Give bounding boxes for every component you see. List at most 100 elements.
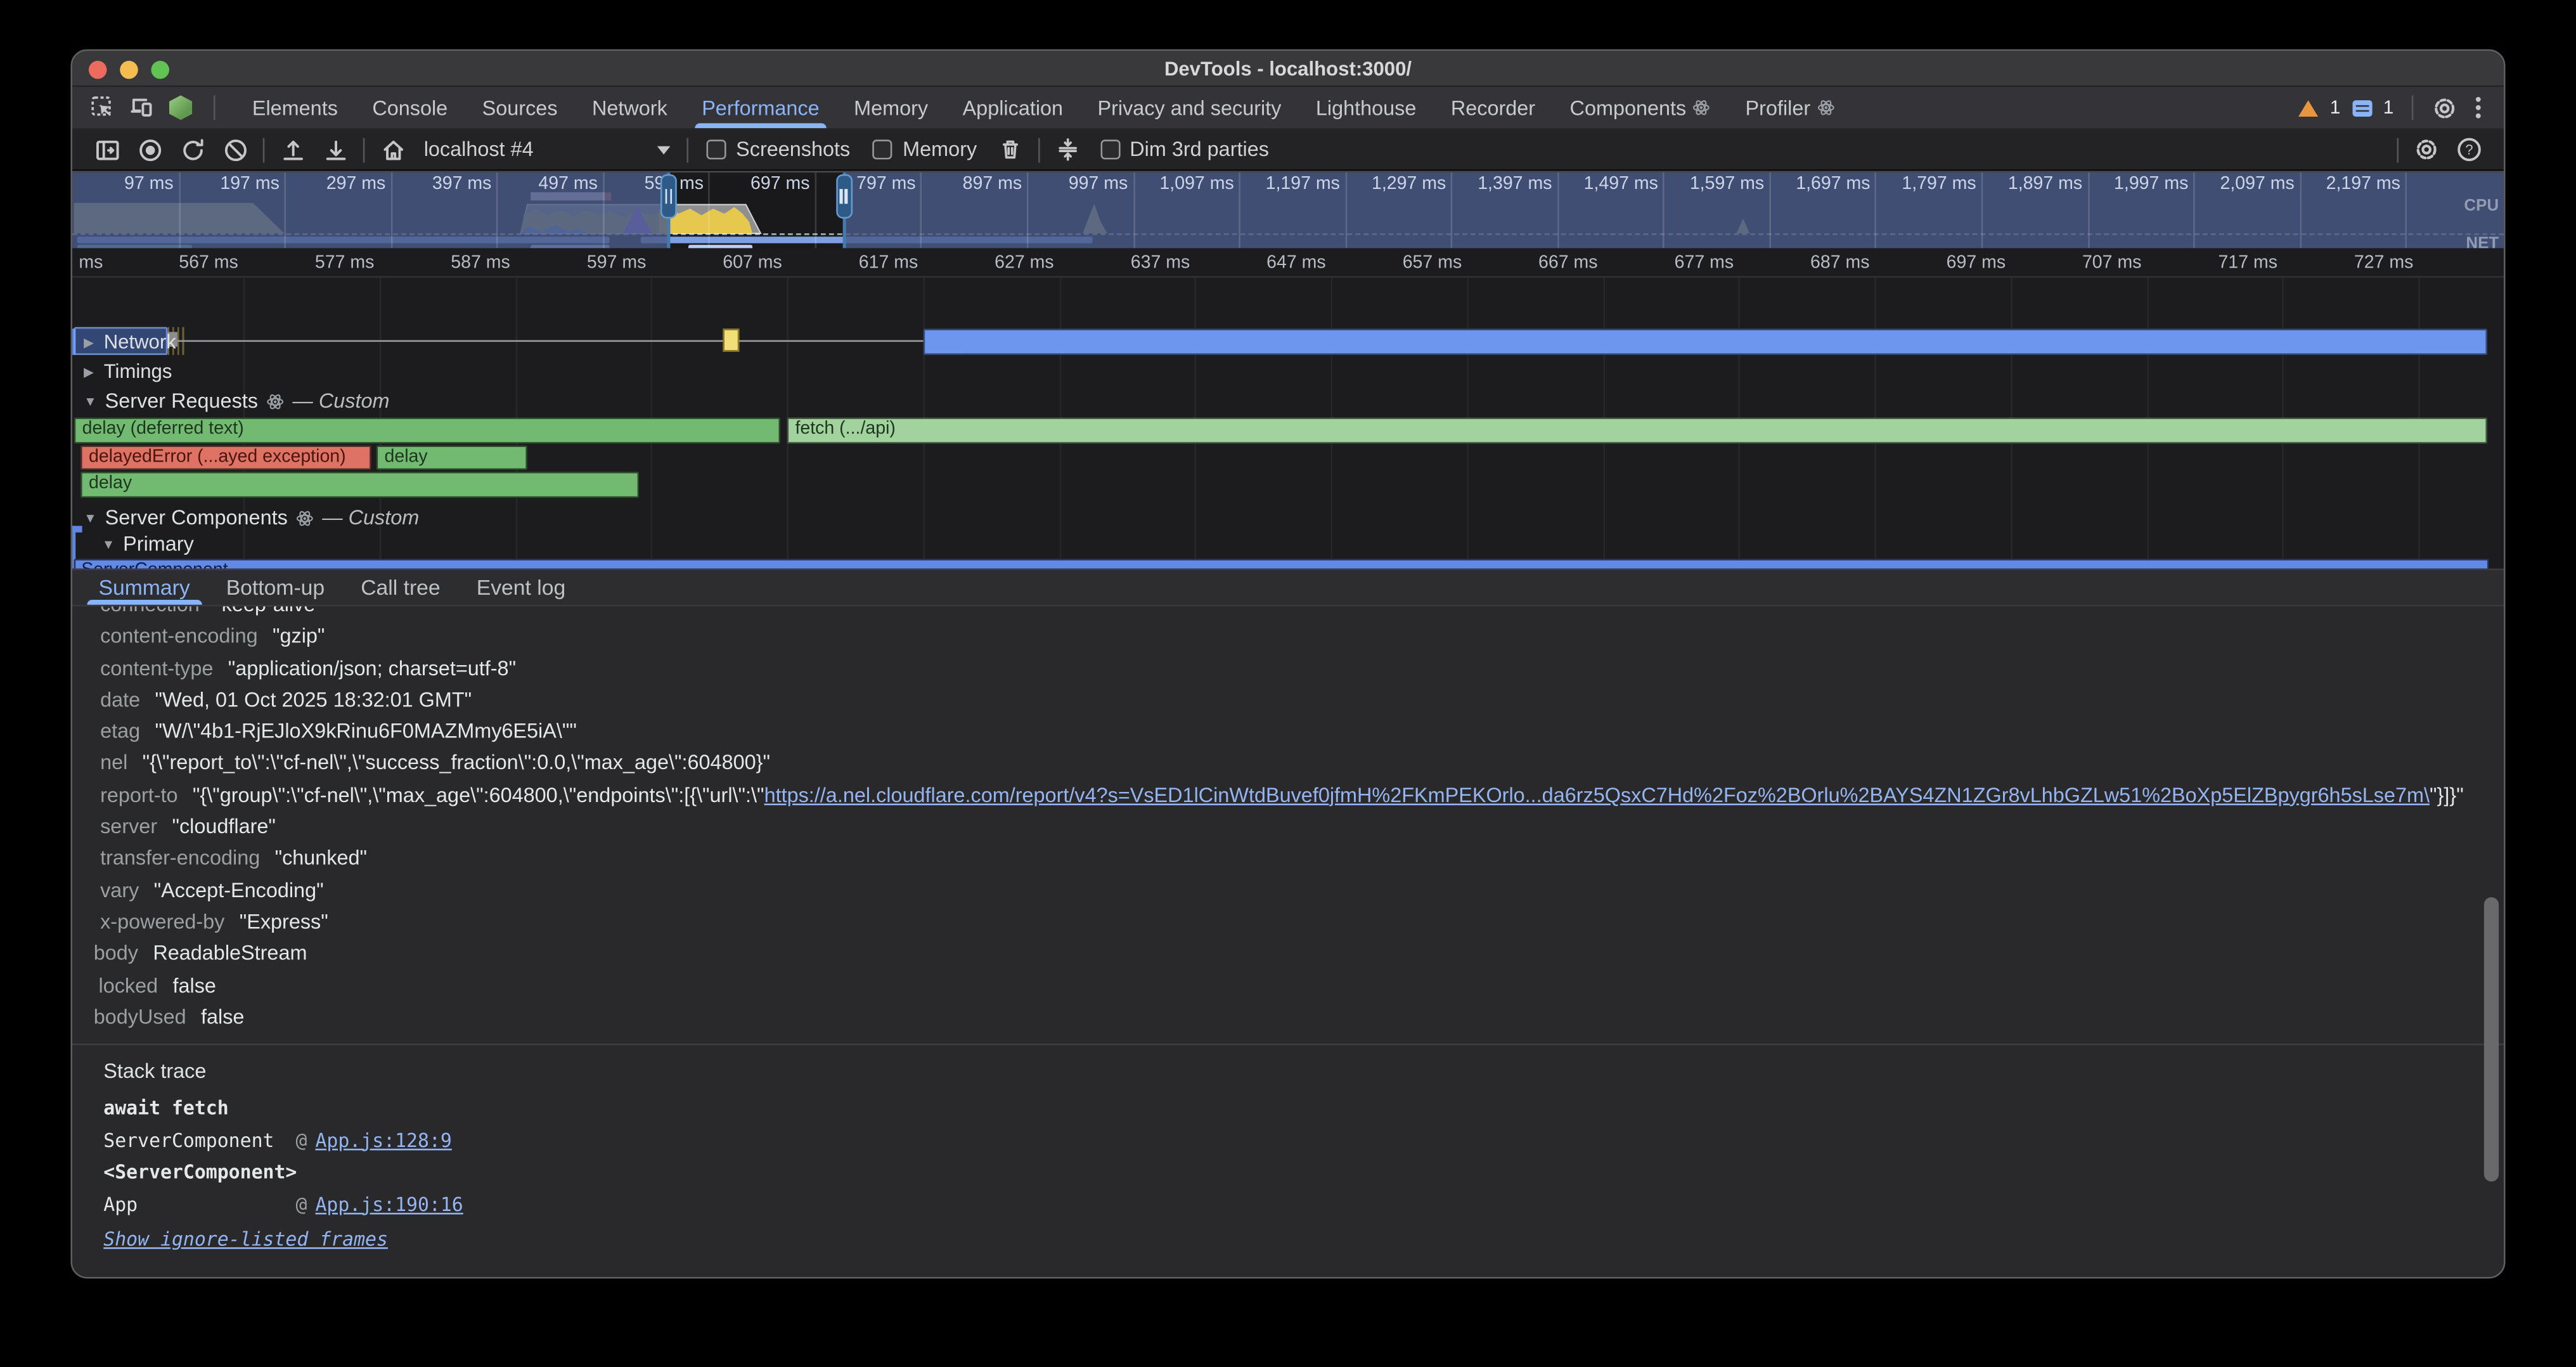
- panel-tab[interactable]: Performance: [685, 87, 837, 128]
- property-key: nel: [100, 752, 127, 775]
- panel-tab[interactable]: Privacy and security: [1080, 87, 1298, 128]
- tab-label: Recorder: [1451, 96, 1535, 119]
- frame-source-link[interactable]: App.js:190:16: [315, 1192, 463, 1215]
- settings-gear-icon[interactable]: [2431, 94, 2457, 120]
- overview-time-label: 97 ms: [70, 174, 173, 194]
- panel-tab[interactable]: Network: [575, 87, 685, 128]
- property-value: "chunked": [275, 847, 368, 870]
- upload-profile-icon[interactable]: [280, 136, 306, 162]
- timeline-event-bar[interactable]: ServerComponent: [73, 558, 2488, 569]
- issues-icon[interactable]: [2352, 100, 2371, 116]
- ruler-time-label: 697 ms: [1887, 253, 2006, 273]
- timings-track-header[interactable]: ▶ Timings: [84, 360, 172, 383]
- react-atom-icon: [266, 392, 285, 410]
- report-url-link[interactable]: https://a.nel.cloudflare.com/report/v4?s…: [764, 784, 2430, 807]
- performance-toolbar: localhost #4 Screenshots Memory Dim 3r: [72, 130, 2504, 171]
- panel-tab[interactable]: Sources: [465, 87, 574, 128]
- screenshots-checkbox[interactable]: [706, 139, 726, 159]
- panel-settings-gear-icon[interactable]: [2413, 136, 2439, 162]
- divider: [1038, 137, 1040, 162]
- panel-tab[interactable]: Console: [355, 87, 465, 128]
- timeline-ruler[interactable]: ms 567 ms577 ms587 ms597 ms607 ms617 ms6…: [72, 248, 2504, 278]
- clear-icon[interactable]: [222, 136, 248, 162]
- node-hexagon-icon[interactable]: [167, 94, 193, 120]
- timeline-event-bar[interactable]: delay: [377, 444, 527, 470]
- property-row: connection"keep-alive": [72, 606, 2504, 621]
- device-toolbar-icon[interactable]: [128, 94, 154, 120]
- ruler-time-label: 637 ms: [1072, 253, 1190, 273]
- memory-checkbox[interactable]: [873, 139, 893, 159]
- screenshots-label: Screenshots: [736, 138, 850, 161]
- timeline-overview[interactable]: 97 ms 197 ms 297 ms 397 ms 497 ms: [72, 171, 2504, 249]
- selection-handle-left[interactable]: [660, 174, 677, 219]
- panel-tab[interactable]: Recorder: [1434, 87, 1553, 128]
- ruler-ms-label: ms: [79, 253, 103, 273]
- timeline-event-bar[interactable]: delayedError (...ayed exception): [80, 444, 371, 470]
- selection-handle-right[interactable]: [835, 174, 852, 219]
- network-track-header[interactable]: ▶ Network: [84, 330, 176, 353]
- primary-group-header[interactable]: ▼ Primary: [102, 533, 194, 555]
- collapsed-triangle-icon: ▶: [84, 364, 94, 379]
- timeline-event-bar[interactable]: delay: [80, 472, 639, 497]
- property-key: x-powered-by: [100, 910, 224, 933]
- help-icon[interactable]: ?: [2456, 136, 2482, 162]
- issues-count[interactable]: 1: [2383, 98, 2394, 117]
- tab-label: Network: [592, 96, 667, 119]
- more-options-icon[interactable]: [2476, 105, 2481, 110]
- pane-scrollbar[interactable]: [2484, 897, 2499, 1181]
- panel-tab[interactable]: Components: [1552, 87, 1728, 128]
- panel-tab[interactable]: Application: [945, 87, 1080, 128]
- overview-time-label: 1,797 ms: [1861, 174, 1976, 194]
- details-tab[interactable]: Bottom-up: [208, 570, 342, 604]
- expanded-triangle-icon: ▼: [84, 510, 97, 525]
- details-tab[interactable]: Call tree: [343, 570, 459, 604]
- timeline-event-bar[interactable]: fetch (.../api): [787, 417, 2487, 443]
- property-key: body: [94, 942, 138, 965]
- garbage-collect-icon[interactable]: [996, 136, 1022, 162]
- profile-select[interactable]: localhost #4: [424, 138, 671, 161]
- reload-record-icon[interactable]: [179, 136, 205, 162]
- inspect-element-icon[interactable]: [89, 94, 115, 120]
- frame-at: @: [296, 1128, 307, 1151]
- show-ignore-listed-link[interactable]: Show ignore-listed frames: [103, 1228, 388, 1250]
- property-value: "cloudflare": [172, 815, 275, 838]
- warning-count[interactable]: 1: [2330, 98, 2341, 117]
- panel-tab[interactable]: Profiler: [1728, 87, 1852, 128]
- frame-source-link[interactable]: App.js:128:9: [315, 1128, 451, 1151]
- cpu-track-label: CPU: [2464, 197, 2499, 216]
- panel-tab[interactable]: Memory: [837, 87, 945, 128]
- home-icon[interactable]: [380, 136, 406, 162]
- details-tab[interactable]: Event log: [458, 570, 584, 604]
- toggle-sidebar-icon[interactable]: [94, 136, 120, 162]
- overview-time-label: 1,397 ms: [1437, 174, 1552, 194]
- devtools-tabbar: Elements Console Sources: [72, 87, 2504, 129]
- download-profile-icon[interactable]: [322, 136, 348, 162]
- warning-icon[interactable]: [2298, 100, 2318, 116]
- chevron-down-icon: [657, 145, 671, 153]
- timeline-tracks[interactable]: ▶ Network ▶ Timings ▼ Server Requests — …: [72, 278, 2504, 569]
- titlebar: DevTools - localhost:3000/: [72, 51, 2504, 87]
- panel-tab[interactable]: Lighthouse: [1299, 87, 1434, 128]
- panel-tab[interactable]: Elements: [235, 87, 355, 128]
- memory-label: Memory: [903, 138, 977, 161]
- custom-track-suffix: — Custom: [292, 389, 389, 412]
- network-request-bar[interactable]: [924, 328, 2487, 354]
- details-tab[interactable]: Summary: [80, 570, 208, 604]
- overview-time-label: 497 ms: [482, 174, 597, 194]
- svg-text:?: ?: [2465, 142, 2473, 158]
- timeline-event-bar[interactable]: delay (deferred text): [74, 417, 780, 443]
- network-waiting-block[interactable]: [723, 328, 739, 351]
- property-value: "application/json; charset=utf-8": [228, 657, 516, 680]
- record-icon[interactable]: [136, 136, 162, 162]
- dim-3rd-parties-checkbox[interactable]: [1100, 139, 1120, 159]
- overview-time-label: 1,297 ms: [1331, 174, 1446, 194]
- server-requests-header[interactable]: ▼ Server Requests — Custom: [84, 389, 389, 412]
- stack-trace-title: Stack trace: [72, 1045, 2504, 1092]
- collapse-sections-icon[interactable]: [1054, 136, 1080, 162]
- server-components-header[interactable]: ▼ Server Components — Custom: [84, 506, 419, 529]
- overview-time-label: 897 ms: [907, 174, 1022, 194]
- property-value: "gzip": [273, 625, 325, 648]
- overview-time-label: 1,497 ms: [1543, 174, 1658, 194]
- stack-trace-section: Stack trace await fetch ServerComponent@…: [72, 1044, 2504, 1251]
- ruler-time-label: 677 ms: [1616, 253, 1734, 273]
